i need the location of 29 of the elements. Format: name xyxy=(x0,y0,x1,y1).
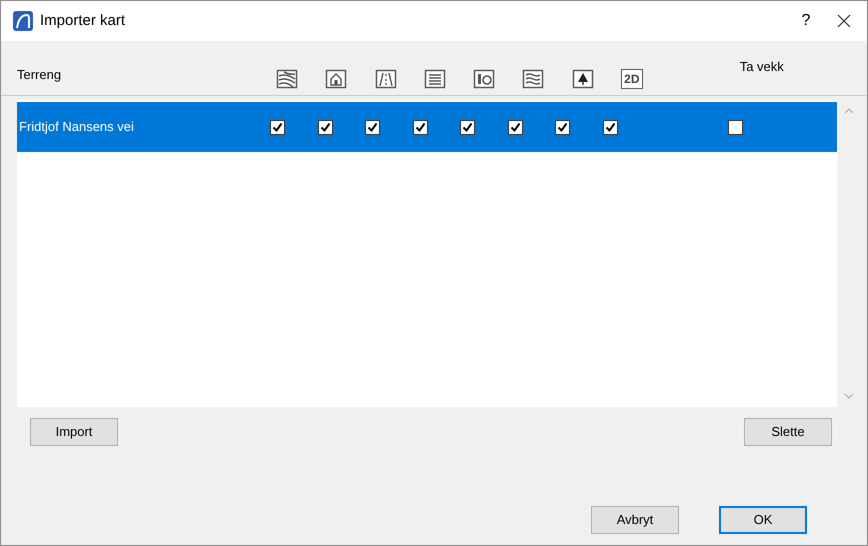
checkbox[interactable] xyxy=(412,120,428,134)
contour-lines-icon xyxy=(276,69,298,89)
list-row[interactable]: Fridtjof Nansens vei xyxy=(17,102,837,152)
checkbox[interactable] xyxy=(460,120,476,134)
checkbox[interactable] xyxy=(602,120,618,134)
lines-icon xyxy=(424,69,446,89)
delete-button[interactable]: Slette xyxy=(744,418,832,446)
objects-icon xyxy=(473,69,496,89)
close-icon xyxy=(837,14,851,28)
checkbox[interactable] xyxy=(365,120,380,134)
2d-icon: 2D xyxy=(620,69,643,89)
import-button[interactable]: Import xyxy=(30,418,118,446)
ok-button[interactable]: OK xyxy=(719,506,807,534)
help-button[interactable]: ? xyxy=(791,9,821,33)
checkbox[interactable] xyxy=(508,120,523,134)
tree-icon xyxy=(572,69,594,89)
waves-icon xyxy=(522,69,544,89)
checkbox[interactable] xyxy=(555,120,570,134)
column-header: Ta vekk xyxy=(740,58,784,76)
checkbox[interactable] xyxy=(318,120,333,134)
house-icon xyxy=(325,69,348,89)
row-label: Fridtjof Nansens vei xyxy=(18,118,135,136)
window-title: Importer kart xyxy=(40,10,126,31)
cancel-button[interactable]: Avbryt xyxy=(591,506,679,534)
column-header: Terreng xyxy=(17,66,62,84)
road-icon xyxy=(374,69,396,89)
checkbox[interactable] xyxy=(270,120,286,134)
checkbox[interactable] xyxy=(728,120,743,134)
app-logo-icon xyxy=(13,11,33,31)
